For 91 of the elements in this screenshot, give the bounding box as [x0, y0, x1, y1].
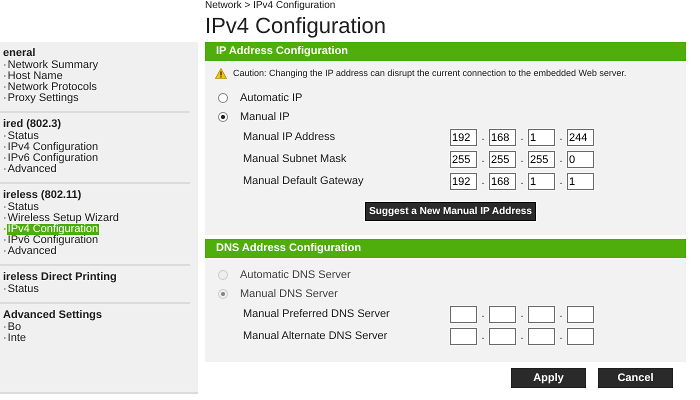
octet-field[interactable]	[489, 306, 516, 323]
nav-link[interactable]: Status	[6, 202, 40, 213]
octet-field[interactable]: 1	[567, 173, 594, 190]
bullet: ·	[3, 60, 7, 71]
option-label: Automatic DNS Server	[240, 268, 351, 283]
nav-link[interactable]: Network Summary	[6, 60, 100, 71]
bullet: ·	[3, 153, 7, 164]
bullet: ·	[3, 93, 7, 104]
nav-link[interactable]: Advanced	[6, 164, 58, 175]
separator: .	[480, 152, 486, 168]
section-heading: ired (802.3)	[3, 118, 62, 131]
field-label: Manual Default Gateway	[243, 174, 364, 190]
field-label: Manual IP Address	[243, 130, 336, 146]
field-label: Manual Alternate DNS Server	[243, 329, 388, 344]
octet-field[interactable]: 168	[489, 173, 516, 190]
nav-link[interactable]: Host Name	[6, 71, 64, 82]
section-header: IP Address Configuration	[205, 42, 686, 61]
separator: .	[558, 174, 564, 190]
apply-button[interactable]: Apply	[511, 368, 586, 388]
bullet: ·	[3, 235, 7, 246]
section-header: DNS Address Configuration	[205, 238, 686, 258]
octet-field[interactable]	[489, 328, 516, 345]
bullet: ·	[3, 322, 7, 333]
bullet: ·	[3, 131, 7, 142]
separator: .	[480, 307, 486, 322]
octet-field[interactable]: 168	[489, 129, 516, 146]
bullet: ·	[3, 224, 7, 235]
separator: .	[558, 329, 564, 344]
octet-field[interactable]: 0	[567, 151, 594, 168]
section-heading: Advanced Settings	[3, 309, 104, 322]
bullet: ·	[3, 142, 7, 153]
radio-button[interactable]	[218, 93, 228, 103]
caution-text: Caution: Changing the IP address can disrupt the current connection to the embedded Web server.	[233, 67, 626, 80]
octet-field[interactable]	[450, 328, 477, 345]
bullet: ·	[3, 202, 7, 213]
nav-link[interactable]: IPv6 Configuration	[6, 153, 100, 164]
bullet: ·	[3, 164, 7, 175]
separator: .	[480, 329, 486, 344]
octet-field[interactable]: 255	[528, 151, 555, 168]
nav-link[interactable]: IPv6 Configuration	[6, 235, 100, 246]
octet-field[interactable]: 255	[489, 151, 516, 168]
option-label: Manual DNS Server	[240, 286, 338, 302]
bullet: ·	[3, 213, 7, 224]
separator: .	[558, 307, 564, 322]
option-label: Automatic IP	[240, 90, 302, 106]
nav-link[interactable]: Proxy Settings	[6, 93, 80, 104]
option-label: Manual IP	[240, 110, 290, 125]
warning-icon	[215, 68, 227, 80]
nav-link[interactable]: Bo	[6, 322, 22, 333]
field-label: Manual Preferred DNS Server	[243, 307, 391, 322]
breadcrumb: Network > IPv4 Configuration	[205, 0, 336, 12]
nav-link[interactable]: Network Protocols	[6, 82, 98, 93]
octet-field[interactable]	[450, 306, 477, 323]
separator: .	[558, 130, 564, 146]
nav-link[interactable]: Wireless Setup Wizard	[6, 213, 120, 224]
octet-field[interactable]: 255	[450, 151, 477, 168]
field-label: Manual Subnet Mask	[243, 152, 348, 168]
nav-link[interactable]: Advanced	[6, 246, 58, 257]
octet-field[interactable]: 244	[567, 129, 594, 146]
octet-field[interactable]: 192	[450, 173, 477, 190]
bullet: ·	[3, 246, 7, 257]
bullet: ·	[3, 333, 7, 344]
suggest-button[interactable]: Suggest a New Manual IP Address	[365, 202, 536, 220]
octet-field[interactable]	[567, 328, 594, 345]
octet-field[interactable]: 192	[450, 129, 477, 146]
octet-field[interactable]	[528, 328, 555, 345]
nav-link[interactable]: Status	[6, 131, 40, 142]
nav-link[interactable]: Inte	[6, 333, 28, 344]
octet-field[interactable]: 1	[528, 129, 555, 146]
octet-field[interactable]	[528, 306, 555, 323]
separator: .	[519, 329, 525, 344]
separator: .	[519, 174, 525, 190]
separator: .	[519, 152, 525, 168]
cancel-button[interactable]: Cancel	[598, 368, 673, 388]
page-title: IPv4 Configuration	[205, 13, 386, 39]
bullet: ·	[3, 82, 7, 93]
octet-field[interactable]: 1	[528, 173, 555, 190]
separator: .	[480, 130, 486, 146]
separator: .	[558, 152, 564, 168]
section-heading: ireless Direct Printing	[3, 271, 118, 284]
section-heading: eneral	[3, 47, 36, 60]
nav-link[interactable]: Status	[6, 284, 40, 295]
separator: .	[519, 130, 525, 146]
nav-link[interactable]: IPv4 Configuration	[6, 142, 100, 153]
octet-field[interactable]	[567, 306, 594, 323]
radio-button[interactable]	[218, 112, 228, 122]
separator: .	[480, 174, 486, 190]
bullet: ·	[3, 284, 7, 295]
separator: .	[519, 307, 525, 322]
bullet: ·	[3, 71, 7, 82]
section-heading: ireless (802.11)	[3, 189, 82, 202]
